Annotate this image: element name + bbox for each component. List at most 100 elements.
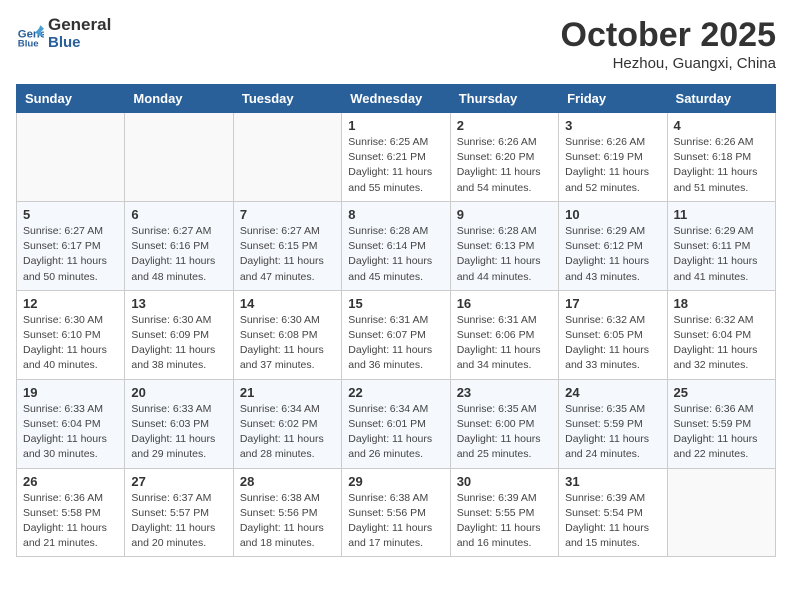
day-info: Sunrise: 6:31 AM Sunset: 6:07 PM Dayligh… <box>348 313 443 374</box>
day-info: Sunrise: 6:29 AM Sunset: 6:12 PM Dayligh… <box>565 224 660 285</box>
day-cell: 19Sunrise: 6:33 AM Sunset: 6:04 PM Dayli… <box>17 379 125 468</box>
day-number: 4 <box>674 118 769 133</box>
day-number: 7 <box>240 207 335 222</box>
weekday-header-friday: Friday <box>559 85 667 113</box>
day-info: Sunrise: 6:38 AM Sunset: 5:56 PM Dayligh… <box>240 491 335 552</box>
week-row-1: 1 Sunrise: 6:25 AM Sunset: 6:21 PM Daylig… <box>17 113 776 202</box>
day-cell: 23Sunrise: 6:35 AM Sunset: 6:00 PM Dayli… <box>450 379 558 468</box>
day-number: 1 <box>348 118 443 133</box>
day-number: 29 <box>348 474 443 489</box>
day-number: 14 <box>240 296 335 311</box>
day-cell: 17 Sunrise: 6:32 AM Sunset: 6:05 PM Dayli… <box>559 290 667 379</box>
day-number: 19 <box>23 385 118 400</box>
day-cell: 11 Sunrise: 6:29 AM Sunset: 6:11 PM Dayli… <box>667 201 775 290</box>
day-number: 6 <box>131 207 226 222</box>
weekday-header-monday: Monday <box>125 85 233 113</box>
day-cell: 26 Sunrise: 6:36 AM Sunset: 5:58 PM Dayli… <box>17 468 125 557</box>
calendar-table: SundayMondayTuesdayWednesdayThursdayFrid… <box>16 84 776 557</box>
day-number: 28 <box>240 474 335 489</box>
day-cell: 1 Sunrise: 6:25 AM Sunset: 6:21 PM Daylig… <box>342 113 450 202</box>
weekday-header-saturday: Saturday <box>667 85 775 113</box>
logo-general: General <box>48 16 111 35</box>
day-number: 12 <box>23 296 118 311</box>
day-number: 3 <box>565 118 660 133</box>
day-cell: 3 Sunrise: 6:26 AM Sunset: 6:19 PM Daylig… <box>559 113 667 202</box>
day-number: 10 <box>565 207 660 222</box>
weekday-header-row: SundayMondayTuesdayWednesdayThursdayFrid… <box>17 85 776 113</box>
title-block: October 2025 Hezhou, Guangxi, China <box>561 16 776 72</box>
week-row-2: 5Sunrise: 6:27 AM Sunset: 6:17 PM Daylig… <box>17 201 776 290</box>
day-info: Sunrise: 6:29 AM Sunset: 6:11 PM Dayligh… <box>674 224 769 285</box>
day-number: 26 <box>23 474 118 489</box>
logo-icon: General Blue <box>16 20 44 48</box>
day-cell: 24 Sunrise: 6:35 AM Sunset: 5:59 PM Dayli… <box>559 379 667 468</box>
day-cell: 30 Sunrise: 6:39 AM Sunset: 5:55 PM Dayli… <box>450 468 558 557</box>
day-cell: 20Sunrise: 6:33 AM Sunset: 6:03 PM Dayli… <box>125 379 233 468</box>
day-number: 8 <box>348 207 443 222</box>
logo-blue: Blue <box>48 35 111 52</box>
day-info: Sunrise: 6:35 AM Sunset: 6:00 PM Dayligh… <box>457 402 552 463</box>
day-info: Sunrise: 6:32 AM Sunset: 6:04 PM Dayligh… <box>674 313 769 374</box>
day-info: Sunrise: 6:30 AM Sunset: 6:09 PM Dayligh… <box>131 313 226 374</box>
location-subtitle: Hezhou, Guangxi, China <box>561 55 776 72</box>
day-cell: 12 Sunrise: 6:30 AM Sunset: 6:10 PM Dayli… <box>17 290 125 379</box>
day-cell: 27Sunrise: 6:37 AM Sunset: 5:57 PM Dayli… <box>125 468 233 557</box>
day-cell: 2Sunrise: 6:26 AM Sunset: 6:20 PM Daylig… <box>450 113 558 202</box>
day-info: Sunrise: 6:34 AM Sunset: 6:02 PM Dayligh… <box>240 402 335 463</box>
day-number: 25 <box>674 385 769 400</box>
day-info: Sunrise: 6:39 AM Sunset: 5:55 PM Dayligh… <box>457 491 552 552</box>
day-number: 9 <box>457 207 552 222</box>
weekday-header-sunday: Sunday <box>17 85 125 113</box>
day-cell: 10 Sunrise: 6:29 AM Sunset: 6:12 PM Dayli… <box>559 201 667 290</box>
day-cell: 9 Sunrise: 6:28 AM Sunset: 6:13 PM Daylig… <box>450 201 558 290</box>
week-row-4: 19Sunrise: 6:33 AM Sunset: 6:04 PM Dayli… <box>17 379 776 468</box>
day-number: 11 <box>674 207 769 222</box>
day-info: Sunrise: 6:26 AM Sunset: 6:19 PM Dayligh… <box>565 135 660 196</box>
day-info: Sunrise: 6:36 AM Sunset: 5:59 PM Dayligh… <box>674 402 769 463</box>
day-info: Sunrise: 6:25 AM Sunset: 6:21 PM Dayligh… <box>348 135 443 196</box>
day-cell: 16 Sunrise: 6:31 AM Sunset: 6:06 PM Dayli… <box>450 290 558 379</box>
week-row-5: 26 Sunrise: 6:36 AM Sunset: 5:58 PM Dayli… <box>17 468 776 557</box>
weekday-header-tuesday: Tuesday <box>233 85 341 113</box>
day-number: 5 <box>23 207 118 222</box>
day-info: Sunrise: 6:26 AM Sunset: 6:20 PM Dayligh… <box>457 135 552 196</box>
month-title: October 2025 <box>561 16 776 55</box>
day-info: Sunrise: 6:34 AM Sunset: 6:01 PM Dayligh… <box>348 402 443 463</box>
day-number: 21 <box>240 385 335 400</box>
svg-text:Blue: Blue <box>18 38 39 48</box>
day-info: Sunrise: 6:30 AM Sunset: 6:08 PM Dayligh… <box>240 313 335 374</box>
day-cell <box>233 113 341 202</box>
day-info: Sunrise: 6:30 AM Sunset: 6:10 PM Dayligh… <box>23 313 118 374</box>
day-cell: 4 Sunrise: 6:26 AM Sunset: 6:18 PM Daylig… <box>667 113 775 202</box>
day-cell: 29Sunrise: 6:38 AM Sunset: 5:56 PM Dayli… <box>342 468 450 557</box>
day-number: 17 <box>565 296 660 311</box>
day-cell: 28 Sunrise: 6:38 AM Sunset: 5:56 PM Dayli… <box>233 468 341 557</box>
week-row-3: 12 Sunrise: 6:30 AM Sunset: 6:10 PM Dayli… <box>17 290 776 379</box>
logo: General Blue General Blue <box>16 16 111 51</box>
day-number: 31 <box>565 474 660 489</box>
day-info: Sunrise: 6:27 AM Sunset: 6:16 PM Dayligh… <box>131 224 226 285</box>
day-info: Sunrise: 6:26 AM Sunset: 6:18 PM Dayligh… <box>674 135 769 196</box>
day-cell: 21 Sunrise: 6:34 AM Sunset: 6:02 PM Dayli… <box>233 379 341 468</box>
day-number: 18 <box>674 296 769 311</box>
day-info: Sunrise: 6:37 AM Sunset: 5:57 PM Dayligh… <box>131 491 226 552</box>
day-cell: 14 Sunrise: 6:30 AM Sunset: 6:08 PM Dayli… <box>233 290 341 379</box>
weekday-header-thursday: Thursday <box>450 85 558 113</box>
day-cell: 5Sunrise: 6:27 AM Sunset: 6:17 PM Daylig… <box>17 201 125 290</box>
day-info: Sunrise: 6:28 AM Sunset: 6:13 PM Dayligh… <box>457 224 552 285</box>
day-cell <box>17 113 125 202</box>
day-number: 24 <box>565 385 660 400</box>
day-info: Sunrise: 6:32 AM Sunset: 6:05 PM Dayligh… <box>565 313 660 374</box>
day-cell: 7Sunrise: 6:27 AM Sunset: 6:15 PM Daylig… <box>233 201 341 290</box>
day-cell <box>125 113 233 202</box>
day-number: 13 <box>131 296 226 311</box>
day-cell: 25 Sunrise: 6:36 AM Sunset: 5:59 PM Dayli… <box>667 379 775 468</box>
day-info: Sunrise: 6:36 AM Sunset: 5:58 PM Dayligh… <box>23 491 118 552</box>
day-number: 16 <box>457 296 552 311</box>
day-number: 30 <box>457 474 552 489</box>
day-cell: 22Sunrise: 6:34 AM Sunset: 6:01 PM Dayli… <box>342 379 450 468</box>
day-info: Sunrise: 6:31 AM Sunset: 6:06 PM Dayligh… <box>457 313 552 374</box>
day-info: Sunrise: 6:35 AM Sunset: 5:59 PM Dayligh… <box>565 402 660 463</box>
day-number: 20 <box>131 385 226 400</box>
day-cell: 31Sunrise: 6:39 AM Sunset: 5:54 PM Dayli… <box>559 468 667 557</box>
